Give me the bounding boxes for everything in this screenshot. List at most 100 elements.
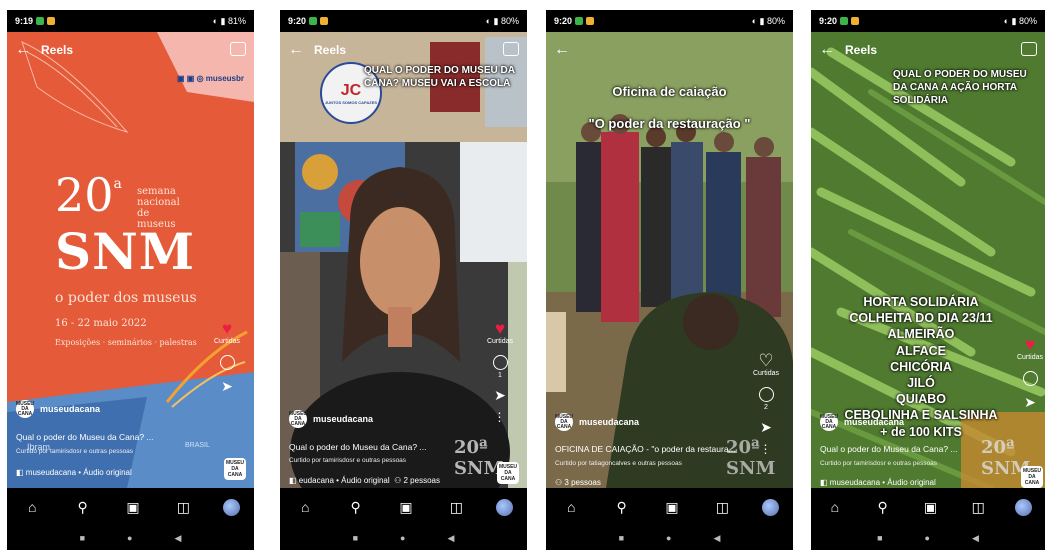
audio-label[interactable]: ◧ eudacana • Áudio original ⚇ 2 pessoas xyxy=(289,476,440,485)
phone-screenshot-4: 9:20 ◐ ▮ 80% ← Reels QUAL O PODER DO MUS… xyxy=(811,10,1045,550)
audio-label[interactable]: ◧ museudacana • Áudio original xyxy=(16,468,132,477)
reels-title: Reels xyxy=(845,43,878,57)
home-icon[interactable]: ⌂ xyxy=(560,499,582,515)
shop-icon[interactable]: ◫ xyxy=(172,499,194,516)
notification-icon xyxy=(47,17,56,25)
audio-thumbnail[interactable]: MUSEU DA CANA xyxy=(224,458,246,480)
battery-indicator: ◐ ▮ 80% xyxy=(485,15,519,26)
back-button-icon[interactable]: ◀ xyxy=(174,533,181,544)
comment-icon[interactable] xyxy=(758,387,774,402)
search-icon[interactable]: ⚲ xyxy=(345,499,367,516)
back-button-icon[interactable]: ◀ xyxy=(972,533,979,544)
audio-thumbnail[interactable]: MUSEU DA CANA xyxy=(1021,466,1043,488)
caption[interactable]: Qual o poder do Museu da Cana? ... xyxy=(289,442,427,452)
profile-avatar[interactable] xyxy=(495,498,513,516)
caption[interactable]: Qual o poder do Museu da Cana? ... xyxy=(820,444,958,454)
search-icon[interactable]: ⚲ xyxy=(72,499,94,516)
reels-header: ← Reels xyxy=(811,38,1045,62)
recents-icon[interactable]: ■ xyxy=(353,533,358,543)
send-icon[interactable]: ➤ xyxy=(494,387,506,404)
audio-label[interactable]: ◧ museudacana • Áudio original xyxy=(820,478,936,487)
caption[interactable]: OFICINA DE CAIAÇÃO - "o poder da restaur… xyxy=(555,444,736,454)
profile-avatar[interactable] xyxy=(761,498,779,516)
owner-row[interactable]: MUSEU DA CANA museudacana xyxy=(555,413,639,431)
shop-icon[interactable]: ◫ xyxy=(711,499,733,516)
profile-avatar[interactable] xyxy=(1015,498,1033,516)
back-arrow-icon[interactable]: ← xyxy=(288,41,304,59)
owner-name[interactable]: museudacana xyxy=(40,404,100,414)
back-button-icon[interactable]: ◀ xyxy=(447,533,454,544)
home-button-icon[interactable]: ● xyxy=(127,533,132,543)
battery-indicator: ◐ ▮ 80% xyxy=(1003,15,1037,26)
owner-row[interactable]: MUSEU DA CANA museudacana xyxy=(289,410,373,428)
back-arrow-icon[interactable]: ← xyxy=(15,41,31,59)
home-button-icon[interactable]: ● xyxy=(400,533,405,543)
liked-by[interactable]: Curtido por tamirisdosr e outras pessoas xyxy=(16,448,133,455)
heart-icon[interactable]: ♥ xyxy=(495,320,505,338)
phone-screenshot-3: 9:20 ◐ ▮ 80% ← Oficina de caiação "O pod… xyxy=(546,10,793,550)
avatar[interactable]: MUSEU DA CANA xyxy=(16,400,34,418)
camera-icon[interactable] xyxy=(230,42,246,56)
home-icon[interactable]: ⌂ xyxy=(824,499,846,515)
home-button-icon[interactable]: ● xyxy=(666,533,671,543)
reels-icon[interactable]: ▣ xyxy=(395,499,417,516)
owner-row[interactable]: MUSEU DA CANA museudacana xyxy=(820,413,904,431)
reel-video[interactable]: ← Oficina de caiação "O poder da restaur… xyxy=(546,32,793,488)
search-icon[interactable]: ⚲ xyxy=(611,499,633,516)
shop-icon[interactable]: ◫ xyxy=(967,499,989,516)
caption[interactable]: Qual o poder do Museu da Cana? ... xyxy=(16,432,154,442)
people-count: 3 pessoas xyxy=(564,478,601,487)
home-icon[interactable]: ⌂ xyxy=(294,499,316,515)
profile-avatar[interactable] xyxy=(222,498,240,516)
whatsapp-icon xyxy=(309,17,318,25)
comment-icon[interactable] xyxy=(1022,371,1038,386)
send-icon[interactable]: ➤ xyxy=(760,419,772,436)
reel-video[interactable]: ← Reels QUAL O PODER DO MUSEU DA CANA A … xyxy=(811,32,1045,488)
comment-icon[interactable] xyxy=(219,355,235,370)
audio-thumbnail[interactable]: MUSEU DA CANA xyxy=(497,462,519,484)
people-row[interactable]: ⚇ 3 pessoas xyxy=(555,478,601,487)
owner-name[interactable]: museudacana xyxy=(844,417,904,427)
notification-icon xyxy=(851,17,860,25)
owner-name[interactable]: museudacana xyxy=(313,414,373,424)
owner-name[interactable]: museudacana xyxy=(579,417,639,427)
liked-label: Curtidas xyxy=(752,370,780,377)
reels-icon[interactable]: ▣ xyxy=(122,499,144,516)
heart-icon[interactable]: ♥ xyxy=(222,320,232,338)
comment-icon[interactable] xyxy=(492,355,508,370)
back-button-icon[interactable]: ◀ xyxy=(713,533,720,544)
shop-icon[interactable]: ◫ xyxy=(445,499,467,516)
avatar[interactable]: MUSEU DA CANA xyxy=(820,413,838,431)
reels-icon[interactable]: ▣ xyxy=(661,499,683,516)
avatar[interactable]: MUSEU DA CANA xyxy=(289,410,307,428)
reels-icon[interactable]: ▣ xyxy=(919,499,941,516)
harvest-item: CHICÓRIA xyxy=(890,359,952,374)
send-icon[interactable]: ➤ xyxy=(1024,394,1036,411)
liked-by[interactable]: Curtido por tatiagoncalves e outras pess… xyxy=(555,460,682,467)
recents-icon[interactable]: ■ xyxy=(80,533,85,543)
owner-row[interactable]: MUSEU DA CANA museudacana xyxy=(16,400,100,418)
liked-by[interactable]: Curtido por tamirisdosr e outras pessoas xyxy=(289,457,406,464)
battery-level: 80 xyxy=(766,15,777,26)
more-options-icon[interactable]: ⋮ xyxy=(760,442,773,456)
home-button-icon[interactable]: ● xyxy=(925,533,930,543)
reel-video[interactable]: ← Reels ▣ ▣ ◎ museusbr 20a semana nacion… xyxy=(7,32,254,488)
home-icon[interactable]: ⌂ xyxy=(21,499,43,515)
back-arrow-icon[interactable]: ← xyxy=(819,41,835,59)
back-arrow-icon[interactable]: ← xyxy=(554,41,570,59)
reel-video[interactable]: JC JUNTOS SOMOS CAPAZES ← Reels QUAL O P… xyxy=(280,32,527,488)
send-icon[interactable]: ➤ xyxy=(221,378,233,395)
recents-icon[interactable]: ■ xyxy=(877,533,882,543)
search-icon[interactable]: ⚲ xyxy=(872,499,894,516)
heart-icon[interactable]: ♡ xyxy=(758,352,773,370)
system-nav: ■ ● ◀ xyxy=(280,526,527,550)
liked-by[interactable]: Curtido por tamirisdosr e outras pessoas xyxy=(820,460,937,467)
theme-text: o poder dos museus xyxy=(55,290,197,306)
heart-icon[interactable]: ♥ xyxy=(1025,336,1035,354)
camera-icon[interactable] xyxy=(503,42,519,56)
recents-icon[interactable]: ■ xyxy=(619,533,624,543)
battery-level: 80 xyxy=(1018,15,1029,26)
avatar[interactable]: MUSEU DA CANA xyxy=(555,413,573,431)
more-options-icon[interactable]: ⋮ xyxy=(494,410,507,424)
camera-icon[interactable] xyxy=(1021,42,1037,56)
